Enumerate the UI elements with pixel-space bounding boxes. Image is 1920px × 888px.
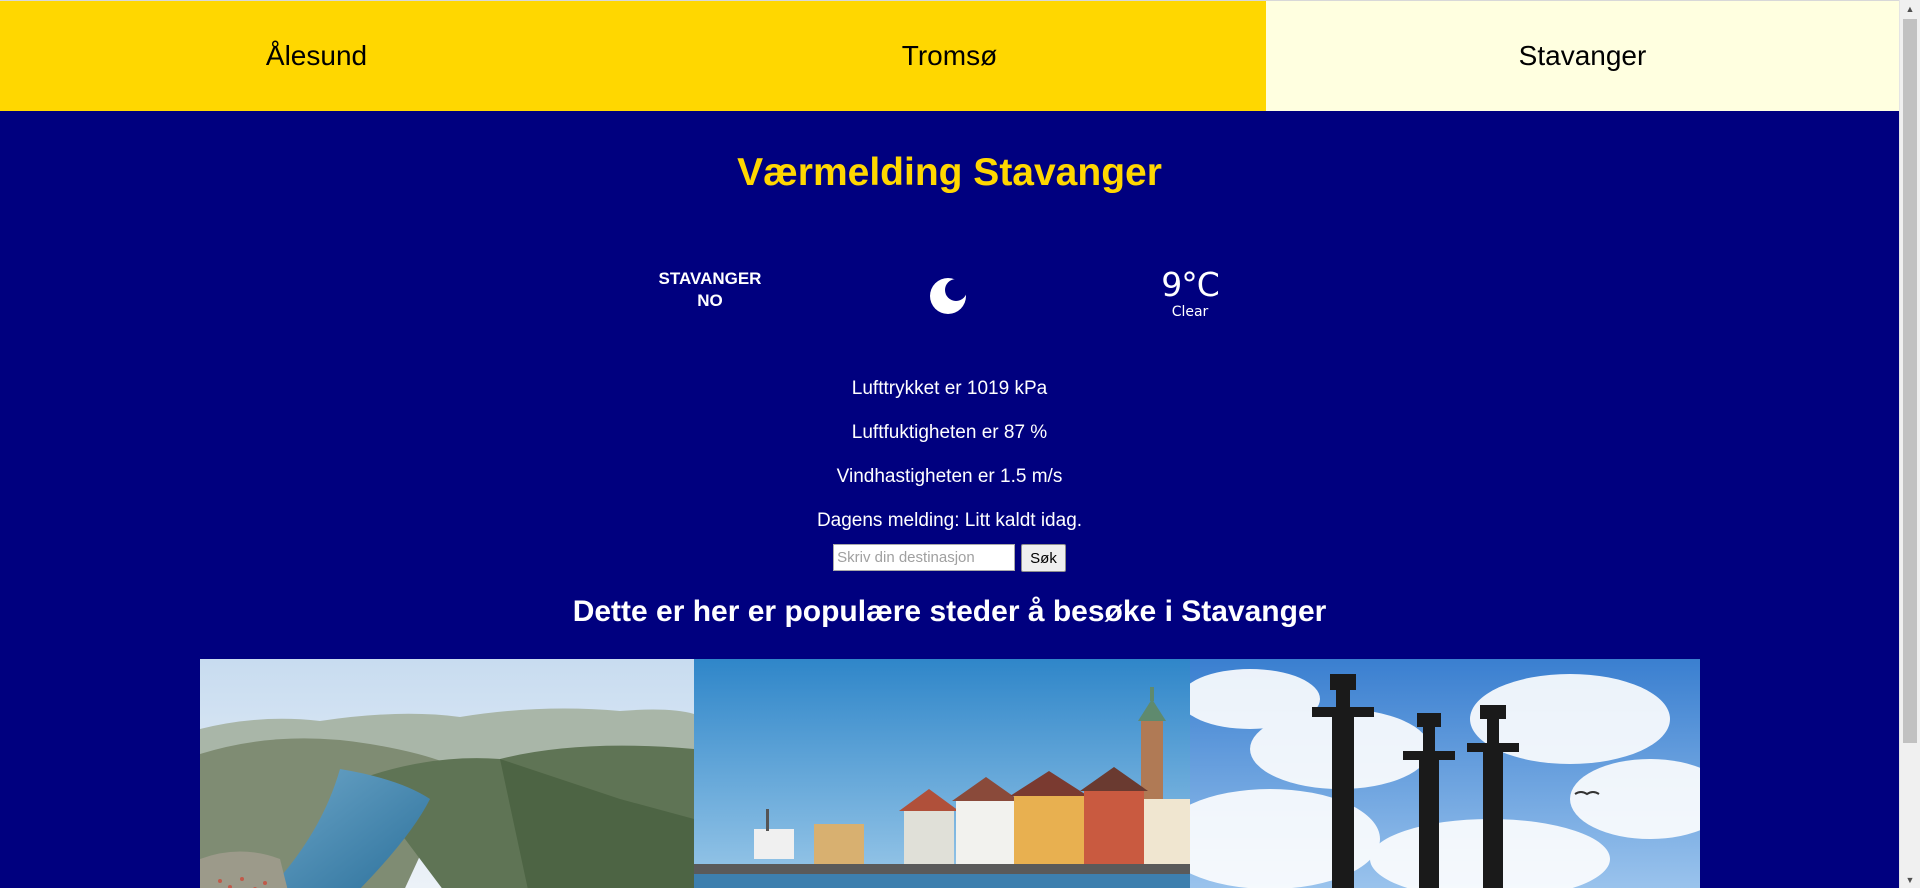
weather-details: Lufttrykket er 1019 kPa Luftfuktigheten … bbox=[0, 367, 1899, 543]
daily-message: Dagens melding: Litt kaldt idag. bbox=[816, 510, 1083, 531]
page-title: Værmelding Stavanger bbox=[737, 151, 1162, 194]
harbour-photo bbox=[694, 659, 1190, 888]
weather-description: Clear bbox=[1171, 304, 1209, 320]
moon-icon bbox=[920, 268, 976, 324]
tab-stavanger[interactable]: Stavanger bbox=[1266, 1, 1899, 111]
weather-summary: STAVANGER NO 9°C Clear bbox=[0, 256, 1899, 336]
tab-alesund[interactable]: Ålesund bbox=[0, 1, 633, 111]
pressure-text: Lufttrykket er 1019 kPa bbox=[851, 378, 1048, 399]
search-form: Søk bbox=[0, 544, 1899, 572]
swords-photo bbox=[1190, 659, 1700, 888]
location: STAVANGER NO bbox=[630, 268, 790, 312]
scroll-thumb[interactable] bbox=[1903, 19, 1917, 743]
search-button[interactable]: Søk bbox=[1021, 544, 1066, 572]
destination-input[interactable] bbox=[833, 544, 1016, 571]
tab-tromso[interactable]: Tromsø bbox=[633, 1, 1266, 111]
scroll-down-arrow-icon[interactable]: ▼ bbox=[1900, 871, 1920, 888]
photo-gallery bbox=[200, 659, 1700, 888]
vertical-scrollbar[interactable]: ▲ ▼ bbox=[1899, 0, 1920, 888]
popular-places-title: Dette er her er populære steder å besøke… bbox=[572, 595, 1327, 628]
city-tabs: Ålesund Tromsø Stavanger bbox=[0, 0, 1899, 111]
temperature-block: 9°C Clear bbox=[1130, 265, 1250, 321]
fjord-photo bbox=[200, 659, 694, 888]
country-code: NO bbox=[697, 291, 723, 310]
scroll-up-arrow-icon[interactable]: ▲ bbox=[1900, 0, 1920, 17]
city-name: STAVANGER bbox=[658, 269, 762, 288]
humidity-text: Luftfuktigheten er 87 % bbox=[851, 422, 1048, 443]
temperature: 9°C bbox=[1161, 265, 1220, 304]
wind-text: Vindhastigheten er 1.5 m/s bbox=[836, 466, 1063, 487]
page: Ålesund Tromsø Stavanger Værmelding Stav… bbox=[0, 0, 1899, 888]
